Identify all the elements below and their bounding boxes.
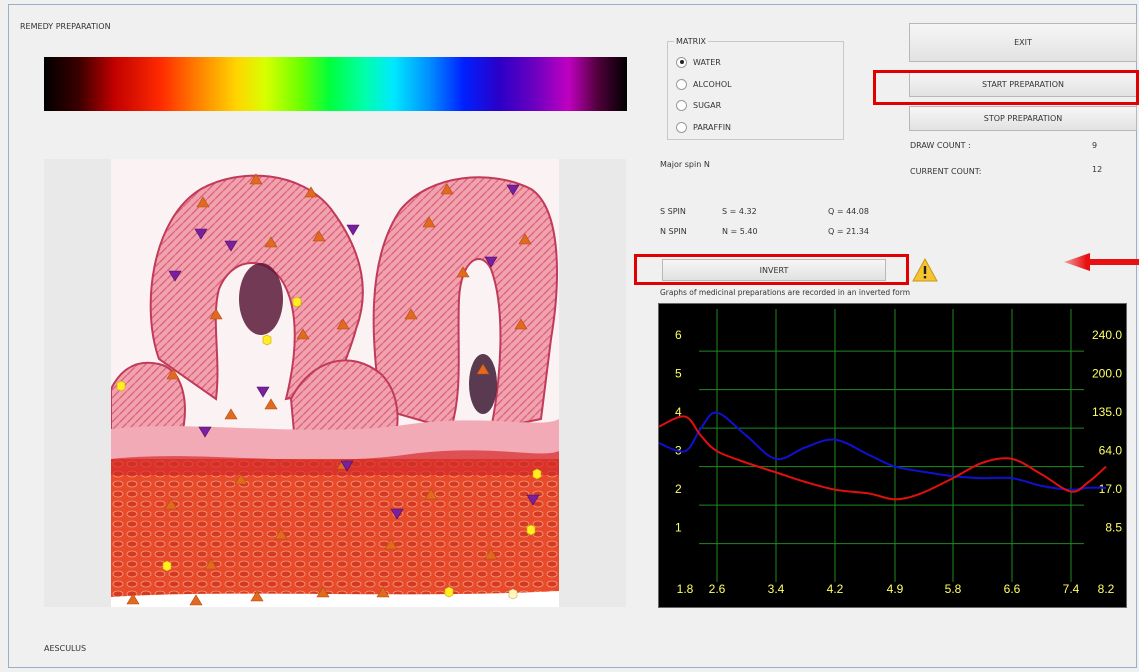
x-tick-label: 5.8	[945, 582, 962, 596]
radio-paraffin[interactable]	[676, 121, 687, 133]
tissue-micrograph	[111, 159, 559, 607]
x-tick-label: 4.2	[827, 582, 844, 596]
matrix-option-label: SUGAR	[693, 100, 722, 110]
x-tick-label: 1.8	[677, 582, 694, 596]
y-right-tick-label: 8.5	[1105, 521, 1122, 535]
y-right-tick-label: 64.0	[1099, 444, 1123, 458]
matrix-option-alcohol[interactable]: ALCOHOL	[676, 77, 732, 91]
stop-preparation-button[interactable]: STOP PREPARATION	[909, 106, 1137, 131]
s-spin-label: S SPIN	[660, 207, 686, 216]
y-left-tick-label: 2	[675, 482, 682, 496]
window-title: REMEDY PREPARATION	[20, 22, 111, 31]
s-spin-q: Q = 44.08	[828, 207, 869, 216]
matrix-option-label: ALCOHOL	[693, 79, 732, 89]
color-spectrum-bar	[44, 57, 627, 111]
inverted-note: Graphs of medicinal preparations are rec…	[660, 288, 911, 297]
exit-button[interactable]: EXIT	[909, 23, 1137, 62]
y-right-tick-label: 240.0	[1092, 328, 1122, 342]
preparation-graph: 6 240.0 5 200.0 4 135.0 3 64.0 2 17.0 1 8.5 1.8 2.6 3.…	[658, 303, 1127, 608]
s-spin-value: S = 4.32	[722, 207, 757, 216]
x-tick-label: 3.4	[768, 582, 785, 596]
current-count-label: CURRENT COUNT:	[910, 167, 982, 176]
radio-sugar[interactable]	[676, 99, 687, 111]
n-spin-value: N = 5.40	[722, 227, 758, 236]
x-tick-label: 4.9	[887, 582, 904, 596]
x-tick-label: 7.4	[1063, 582, 1080, 596]
x-tick-label: 6.6	[1004, 582, 1021, 596]
n-spin-q: Q = 21.34	[828, 227, 869, 236]
draw-count-label: DRAW COUNT :	[910, 141, 971, 150]
arrow-left-icon	[1064, 253, 1139, 271]
y-left-tick-label: 1	[675, 521, 682, 535]
y-right-tick-label: 17.0	[1099, 482, 1123, 496]
major-spin-text: Major spin N	[660, 160, 710, 169]
x-tick-label: 8.2	[1098, 582, 1115, 596]
matrix-option-water[interactable]: WATER	[676, 55, 721, 69]
y-left-tick-label: 5	[675, 367, 682, 381]
matrix-option-label: PARAFFIN	[693, 122, 732, 132]
series-line-red	[659, 415, 1107, 501]
radio-alcohol[interactable]	[676, 78, 687, 90]
y-left-tick-label: 6	[675, 328, 682, 342]
matrix-option-sugar[interactable]: SUGAR	[676, 98, 721, 112]
start-highlight-box	[873, 70, 1139, 105]
matrix-option-label: WATER	[693, 57, 721, 67]
x-tick-label: 2.6	[709, 582, 726, 596]
n-spin-label: N SPIN	[660, 227, 687, 236]
y-right-tick-label: 135.0	[1092, 405, 1122, 419]
y-right-tick-label: 200.0	[1092, 367, 1122, 381]
draw-count-value: 9	[1092, 141, 1098, 150]
series-line-blue	[659, 411, 1107, 491]
line-chart: 6 240.05 200.04 135.03 64.02 17.01 8.51.8 2.6 3.…	[659, 309, 1123, 596]
invert-highlight-box	[634, 254, 909, 285]
tissue-illustration	[111, 159, 559, 607]
radio-water[interactable]	[676, 56, 687, 68]
matrix-option-paraffin[interactable]: PARAFFIN	[676, 120, 731, 134]
current-count-value: 12	[1092, 165, 1103, 174]
remedy-name: AESCULUS	[44, 644, 87, 653]
matrix-legend: MATRIX	[674, 37, 709, 46]
warning-icon	[912, 258, 938, 282]
